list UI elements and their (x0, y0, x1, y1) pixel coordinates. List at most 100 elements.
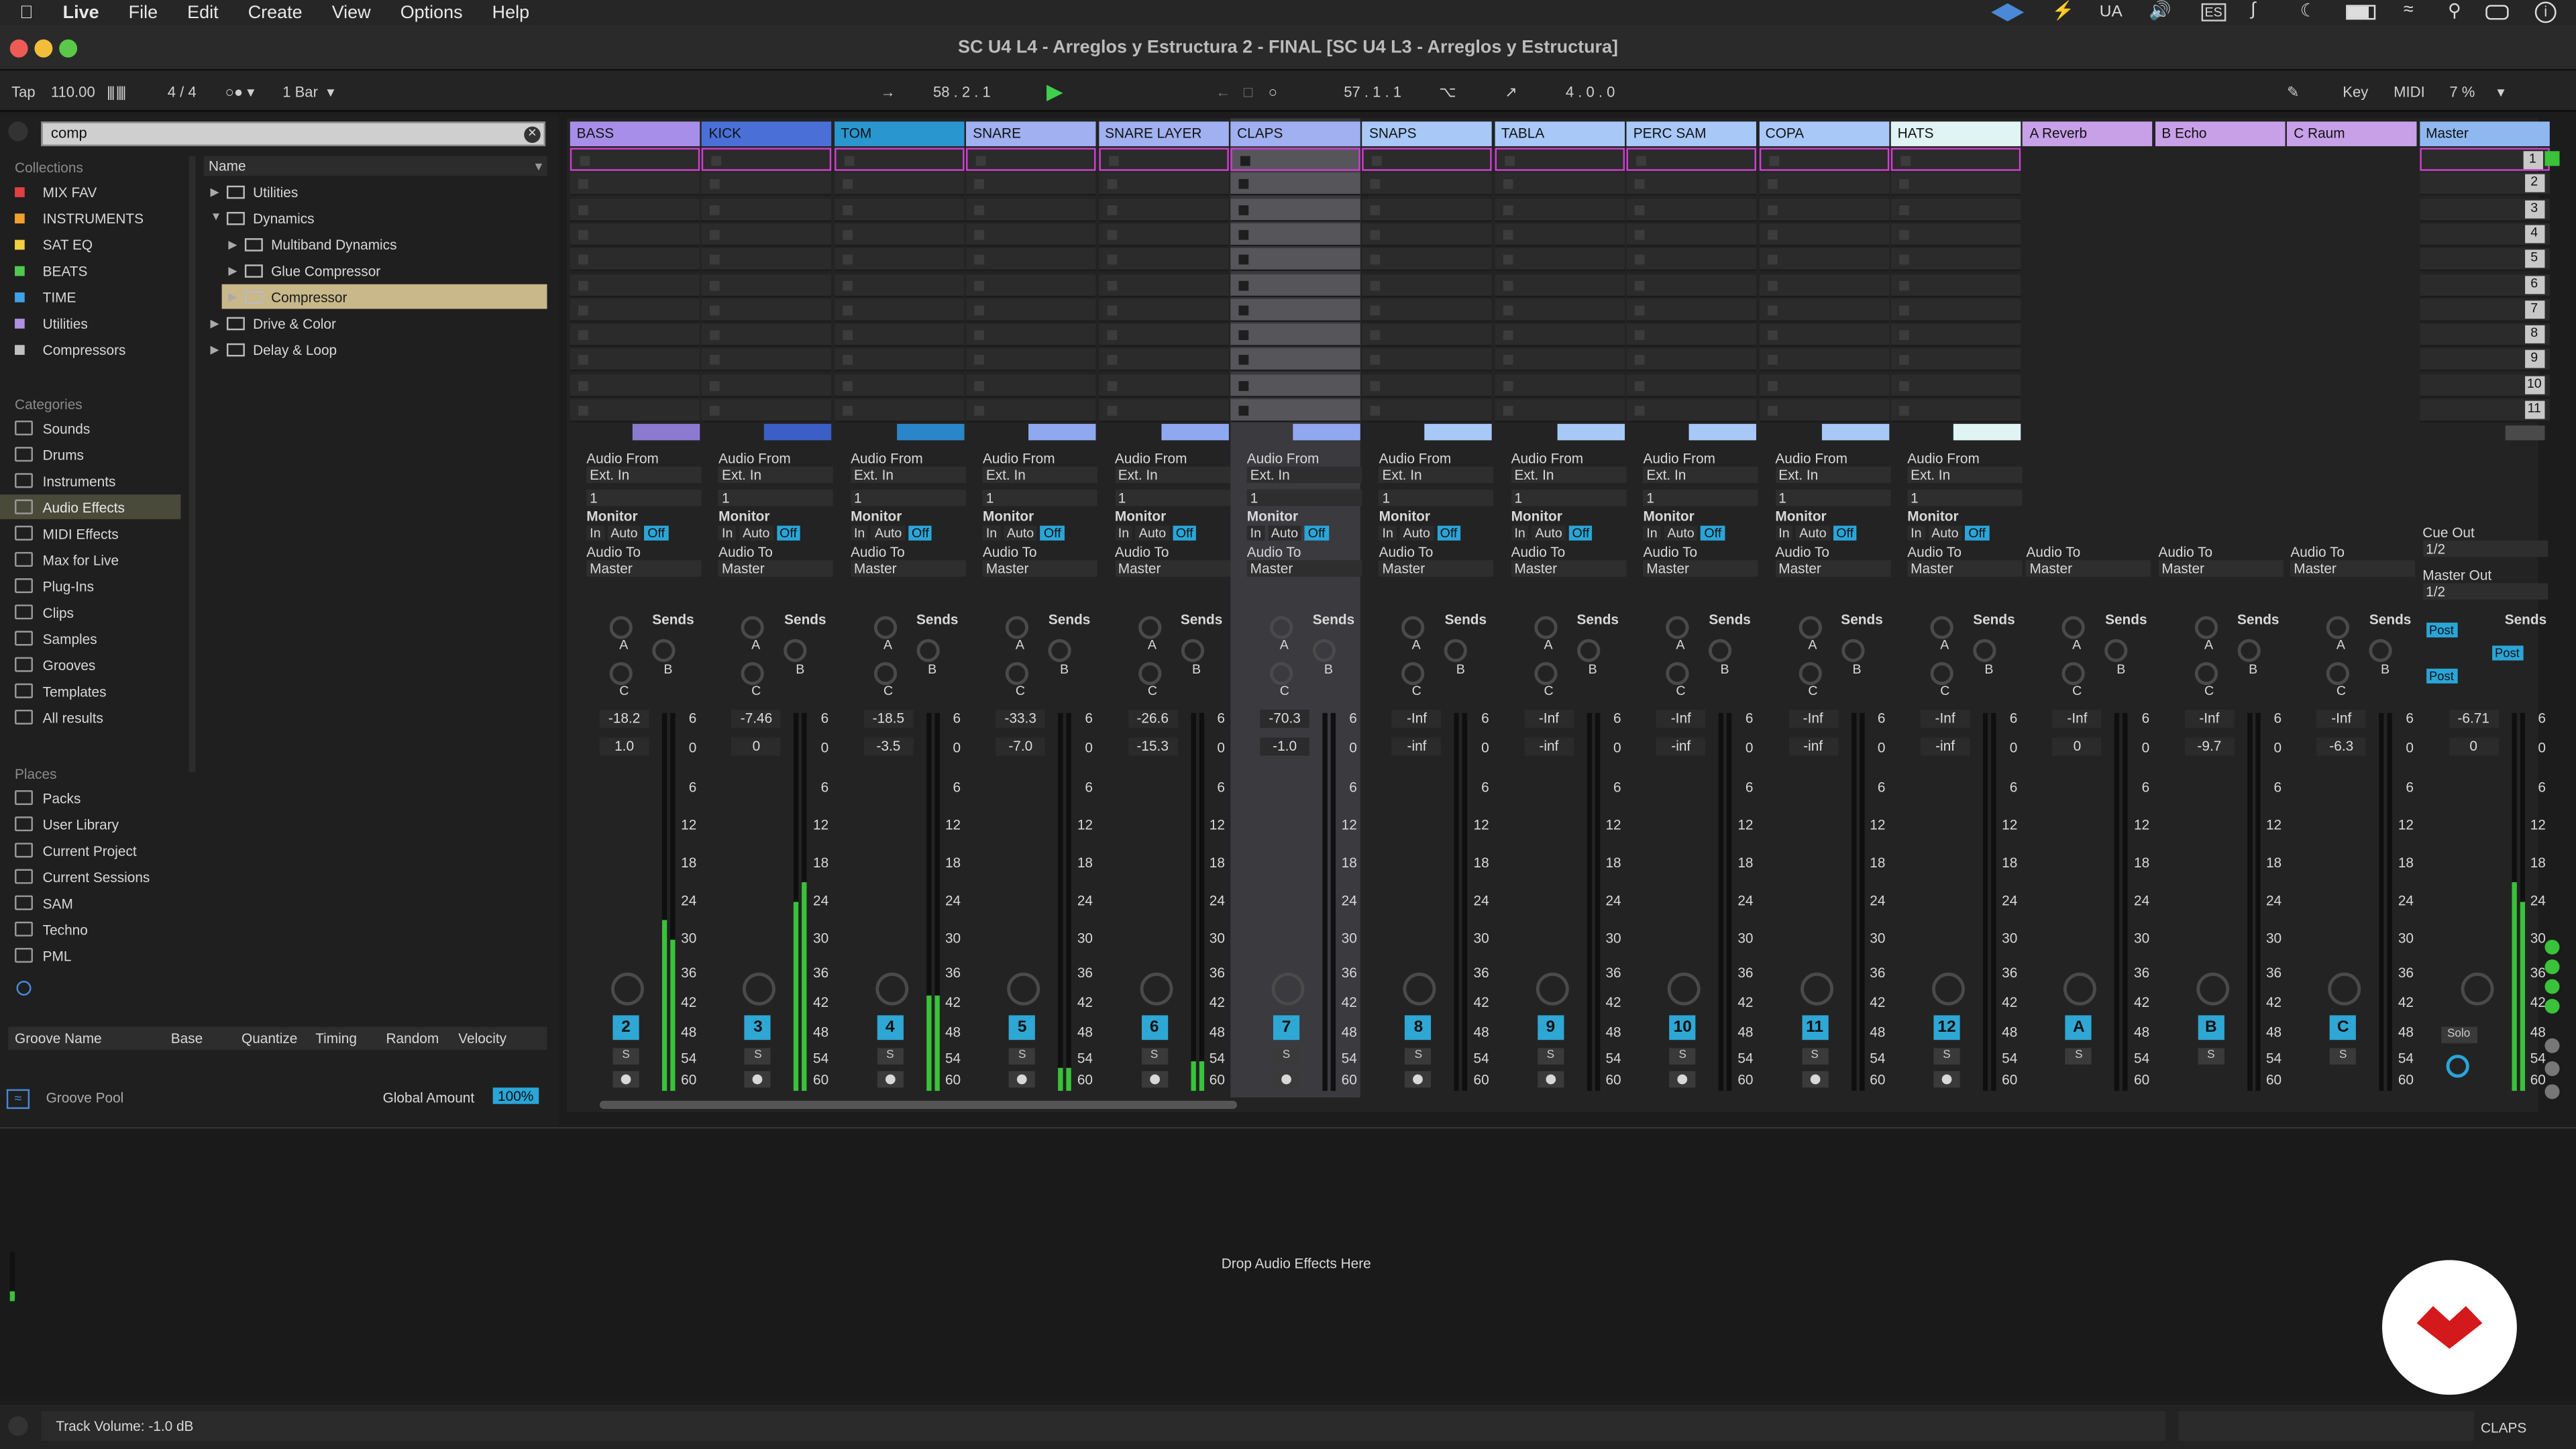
clip-stop-icon[interactable] (1238, 255, 1249, 265)
monitor-switch[interactable]: In Auto Off (718, 525, 800, 541)
clip-stop-icon[interactable] (842, 330, 853, 341)
collapsed-arrow-icon[interactable]: ▶ (210, 185, 226, 198)
clip-stop-icon[interactable] (1635, 205, 1645, 215)
clip-stop-icon[interactable] (1238, 280, 1249, 290)
volume-field[interactable]: -18.5 (863, 709, 914, 728)
category-item[interactable]: Samples (0, 626, 180, 651)
clip-slot[interactable] (1758, 323, 1889, 347)
pan-field[interactable]: -3.5 (863, 737, 914, 756)
clip-slot[interactable] (1758, 273, 1889, 297)
collapsed-arrow-icon[interactable]: ▶ (228, 237, 244, 250)
monitor-off-button[interactable]: Off (1304, 525, 1329, 541)
ua-icon[interactable] (1991, 3, 2025, 21)
audio-to-dropdown[interactable]: Master (586, 560, 702, 577)
arm-button[interactable] (1273, 1071, 1300, 1088)
track-header[interactable]: SNARE (966, 121, 1096, 146)
clip-stop-icon[interactable] (1767, 405, 1777, 416)
clip-slot[interactable] (1230, 148, 1360, 171)
draw-mode-icon[interactable]: ✎ (2287, 84, 2299, 102)
clip-slot[interactable] (702, 198, 833, 221)
monitor-in-button[interactable]: In (851, 525, 869, 541)
scene-launch-slot[interactable]: 4 (2419, 223, 2549, 247)
monitor-auto-button[interactable]: Auto (739, 525, 773, 541)
send-c-knob[interactable] (741, 661, 765, 686)
pan-field[interactable]: -inf (1524, 737, 1574, 756)
audio-to-dropdown[interactable]: Master (1775, 560, 1890, 577)
clip-slot[interactable] (1098, 323, 1228, 347)
track-header[interactable]: PERC SAM (1626, 121, 1757, 146)
clip-stop-icon[interactable] (1503, 355, 1513, 366)
audio-from-dropdown[interactable]: Ext. In (1775, 466, 1890, 484)
clip-stop-icon[interactable] (1106, 280, 1117, 290)
session-horizontal-scrollbar[interactable] (599, 1100, 1238, 1110)
clip-stop-icon[interactable] (580, 156, 590, 166)
clip-stop-icon[interactable] (974, 380, 985, 391)
monitor-switch[interactable]: In Auto Off (1511, 525, 1593, 541)
clip-slot[interactable] (1758, 172, 1889, 197)
clip-stop-icon[interactable] (578, 205, 588, 215)
input-channel-dropdown[interactable]: 1 (1643, 489, 1758, 506)
input-channel-dropdown[interactable]: 1 (982, 489, 1098, 506)
pan-field[interactable]: -15.3 (1128, 737, 1177, 756)
clip-stop-icon[interactable] (1106, 229, 1117, 240)
clip-slot[interactable] (834, 399, 965, 423)
clip-slot[interactable] (702, 223, 833, 247)
send-c-knob[interactable] (1798, 661, 1821, 686)
pan-field[interactable]: -inf (1656, 737, 1706, 756)
clip-stop-icon[interactable] (1899, 255, 1909, 265)
category-item[interactable]: Sounds (0, 416, 180, 441)
moon-icon[interactable]: ☾ (2300, 0, 2316, 21)
audio-to-dropdown[interactable]: Master (2158, 560, 2284, 577)
clip-slot[interactable] (570, 172, 700, 197)
clip-slot[interactable] (1495, 248, 1625, 272)
clip-slot[interactable] (1362, 374, 1493, 397)
menu-edit[interactable]: Edit (172, 3, 233, 22)
clip-stop-icon[interactable] (1635, 280, 1645, 290)
clip-stop-icon[interactable] (1503, 255, 1513, 265)
clip-launch-bar[interactable] (1557, 423, 1625, 441)
clip-slot[interactable] (1890, 248, 2021, 272)
clip-stop-icon[interactable] (844, 156, 854, 166)
menu-help[interactable]: Help (478, 3, 544, 22)
volume-field[interactable]: -Inf (2316, 709, 2366, 728)
clip-stop-icon[interactable] (974, 280, 985, 290)
clip-stop-icon[interactable] (1503, 380, 1513, 391)
clip-slot[interactable] (1890, 273, 2021, 297)
send-a-knob[interactable] (1930, 616, 1953, 639)
clip-stop-icon[interactable] (710, 405, 720, 416)
place-item[interactable]: Techno (0, 917, 201, 942)
monitor-off-button[interactable]: Off (1833, 525, 1857, 541)
solo-button[interactable]: S (612, 1048, 639, 1065)
monitor-in-button[interactable]: In (1511, 525, 1529, 541)
menu-options[interactable]: Options (386, 3, 478, 22)
clip-stop-icon[interactable] (1635, 305, 1645, 315)
audio-to-dropdown[interactable]: Master (2290, 560, 2416, 577)
clip-slot[interactable] (834, 349, 965, 372)
clip-stop-icon[interactable] (1635, 179, 1645, 190)
clip-slot[interactable] (702, 299, 833, 322)
back-to-arrangement-icon[interactable]: ← (1216, 84, 1230, 100)
send-b-knob[interactable] (1709, 639, 1732, 662)
clip-slot[interactable] (702, 148, 833, 171)
clip-stop-icon[interactable] (1899, 205, 1909, 215)
clip-slot[interactable] (1495, 399, 1625, 423)
send-a-knob[interactable] (1534, 616, 1558, 639)
input-channel-dropdown[interactable]: 1 (851, 489, 966, 506)
audio-to-dropdown[interactable]: Master (1511, 560, 1626, 577)
send-b-knob[interactable] (1973, 639, 1996, 662)
clip-launch-bar[interactable] (1293, 423, 1360, 441)
monitor-in-button[interactable]: In (1775, 525, 1793, 541)
browser-tree-item[interactable]: ▶ Compressor (221, 284, 547, 309)
clip-slot[interactable] (1098, 349, 1228, 372)
clip-stop-icon[interactable] (1767, 355, 1777, 366)
solo-button[interactable]: Solo (2440, 1026, 2477, 1044)
scene-launch-slot[interactable]: 2 (2419, 172, 2549, 197)
pan-knob[interactable] (1668, 972, 1701, 1006)
loop-start-field[interactable]: 57 . 1 . 1 (1344, 84, 1401, 100)
track-activator-button[interactable]: 11 (1801, 1015, 1828, 1040)
clip-slot[interactable] (966, 223, 1096, 247)
track-activator-button[interactable]: 6 (1141, 1015, 1168, 1040)
clip-slot[interactable] (1626, 399, 1757, 423)
clip-stop-icon[interactable] (578, 330, 588, 341)
clip-launch-bar[interactable] (1689, 423, 1757, 441)
